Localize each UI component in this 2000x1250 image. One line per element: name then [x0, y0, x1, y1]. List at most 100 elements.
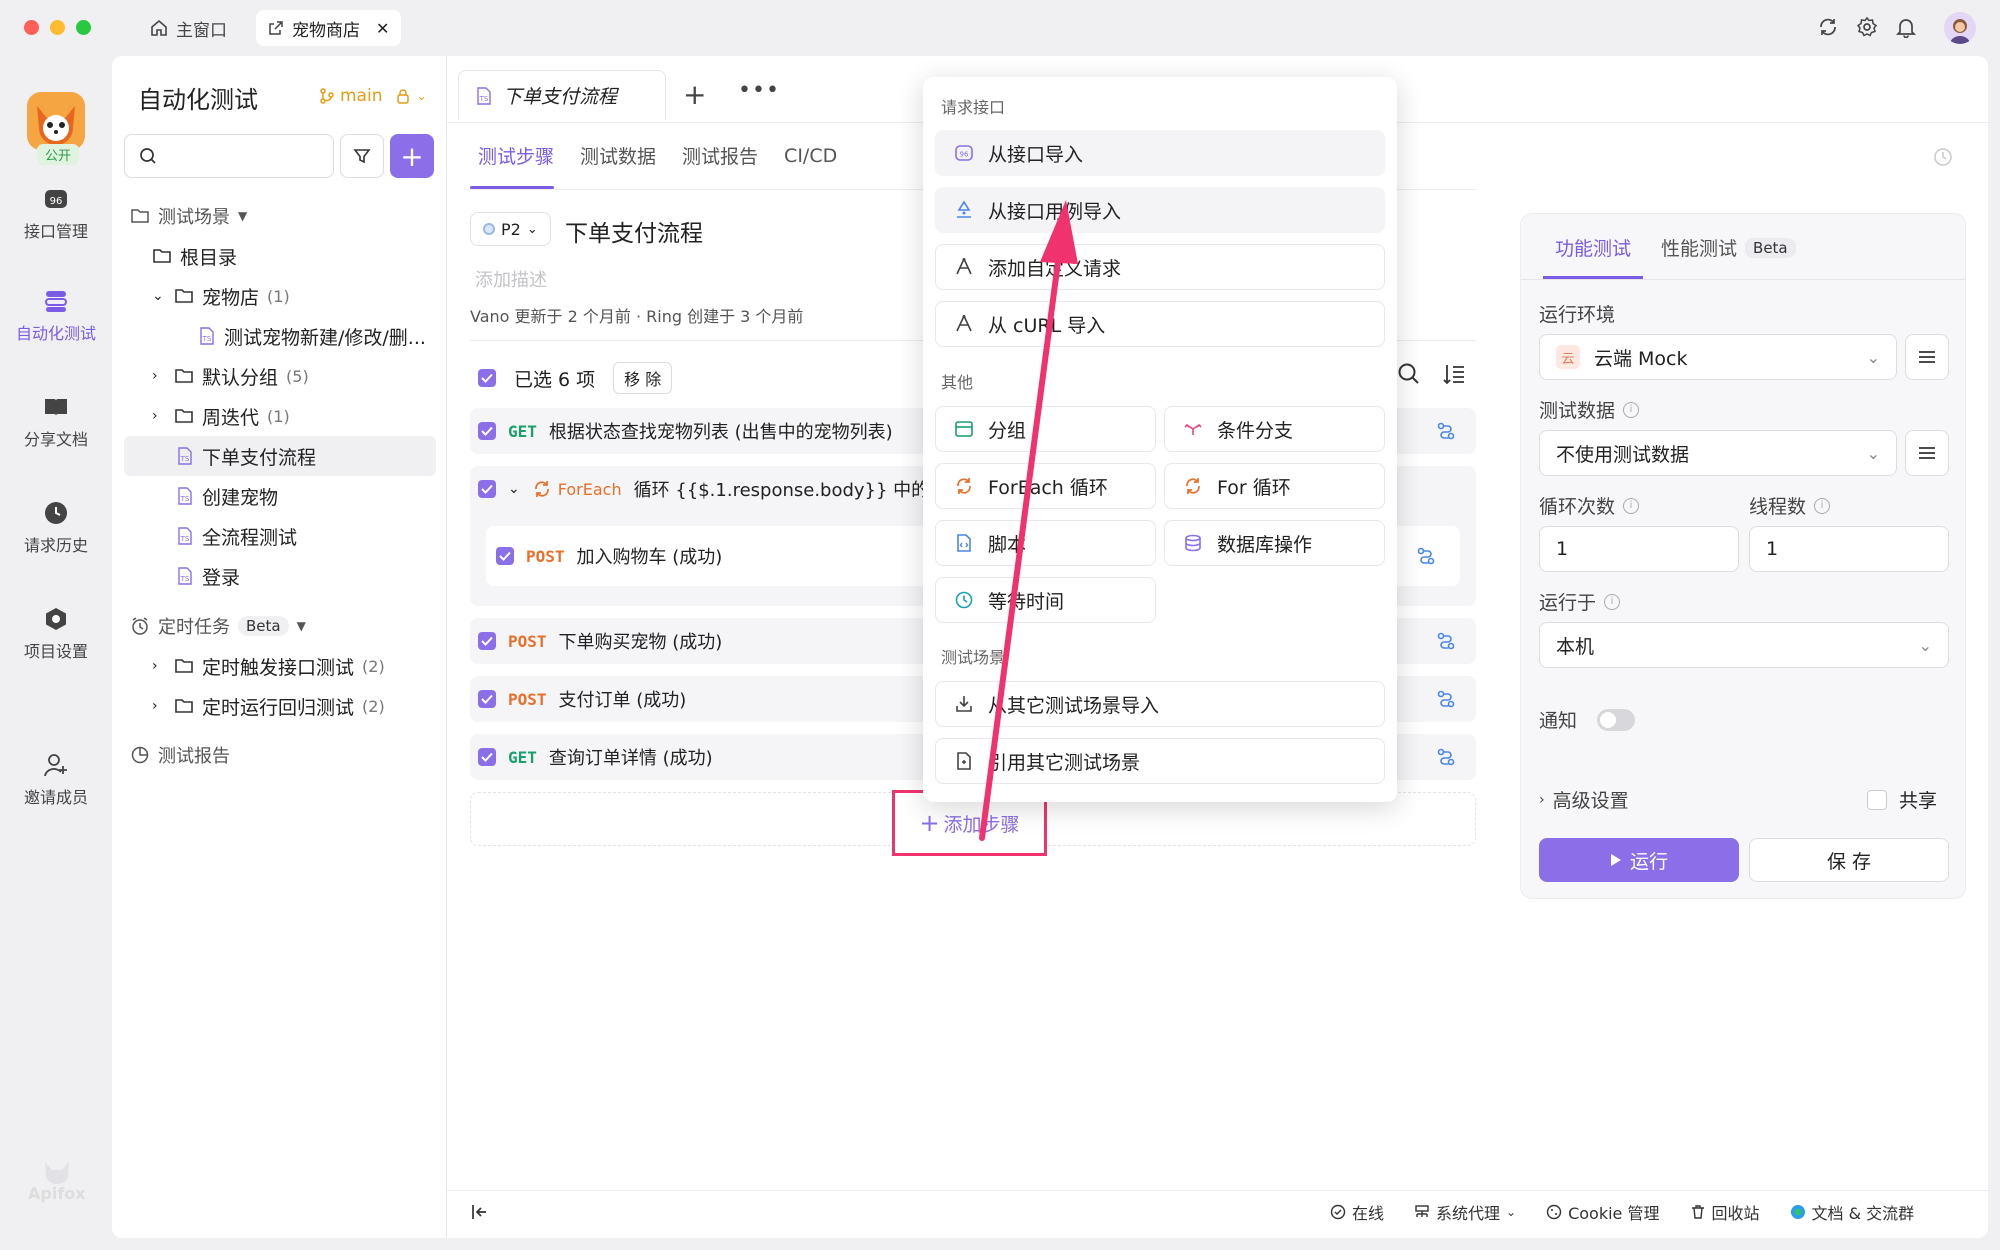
- tab-performance-test[interactable]: 性能测试 Beta: [1661, 234, 1796, 261]
- link-case-icon[interactable]: [1436, 689, 1456, 709]
- tab-main-window[interactable]: 主窗口: [138, 10, 239, 46]
- menu-import-other-scene[interactable]: 从其它测试场景导入: [935, 681, 1385, 727]
- tab-test-steps[interactable]: 测试步骤: [478, 142, 580, 169]
- loops-input[interactable]: 1: [1539, 526, 1739, 572]
- step-checkbox[interactable]: [478, 632, 496, 650]
- menu-condition-branch[interactable]: 条件分支: [1164, 406, 1385, 452]
- menu-wait-time[interactable]: 等待时间: [935, 577, 1156, 623]
- add-scene-button[interactable]: +: [390, 134, 434, 178]
- info-icon[interactable]: i: [1604, 593, 1621, 610]
- status-trash[interactable]: 回收站: [1690, 1200, 1760, 1224]
- step-checkbox[interactable]: [496, 547, 514, 565]
- description-input[interactable]: 添加描述: [475, 266, 547, 292]
- close-tab-icon[interactable]: ✕: [376, 19, 389, 38]
- sort-icon[interactable]: [1442, 362, 1466, 386]
- menu-import-from-api[interactable]: 96 从接口导入: [935, 130, 1385, 176]
- info-icon[interactable]: i: [1623, 401, 1640, 418]
- tree-scene-create-pet[interactable]: TS 创建宠物: [176, 478, 278, 514]
- step-checkbox[interactable]: [478, 422, 496, 440]
- nav-api-management[interactable]: 96 接口管理: [0, 186, 112, 242]
- tree-section-reports[interactable]: 测试报告: [130, 737, 230, 773]
- remove-button[interactable]: 移 除: [613, 362, 673, 394]
- priority-select[interactable]: P2 ⌄: [470, 212, 551, 246]
- maximize-window-button[interactable]: [76, 20, 91, 35]
- branch-selector[interactable]: main ⌄: [320, 86, 427, 106]
- step-checkbox[interactable]: [478, 748, 496, 766]
- tree-folder-sched-api[interactable]: › 定时触发接口测试 (2): [152, 648, 385, 684]
- tree-scene-full-flow[interactable]: TS 全流程测试: [176, 518, 297, 554]
- info-icon[interactable]: i: [1814, 497, 1831, 514]
- status-cookie[interactable]: Cookie 管理: [1546, 1200, 1660, 1224]
- tree-scene-checkout[interactable]: TS 下单支付流程: [176, 438, 316, 474]
- tree-root-dir[interactable]: 根目录: [152, 238, 237, 274]
- tree-folder-iteration[interactable]: › 周迭代 (1): [152, 398, 290, 434]
- env-manage-button[interactable]: [1905, 334, 1949, 380]
- runon-select[interactable]: 本机 ⌄: [1539, 622, 1949, 668]
- tree-section-scenes[interactable]: 测试场景 ▼: [130, 198, 247, 234]
- nav-request-history[interactable]: 请求历史: [0, 500, 112, 556]
- menu-add-custom-request[interactable]: 添加自定义请求: [935, 244, 1385, 290]
- nav-share-docs[interactable]: 分享文档: [0, 394, 112, 450]
- select-all-checkbox[interactable]: [478, 369, 496, 387]
- env-select[interactable]: 云 云端 Mock ⌄: [1539, 334, 1897, 380]
- status-docs[interactable]: 文档 & 交流群: [1790, 1200, 1914, 1224]
- menu-import-curl[interactable]: 从 cURL 导入: [935, 301, 1385, 347]
- tab-pet-store[interactable]: 宠物商店 ✕: [256, 10, 402, 46]
- menu-for-loop[interactable]: For 循环: [1164, 463, 1385, 509]
- info-icon[interactable]: i: [1623, 497, 1640, 514]
- status-online[interactable]: 在线: [1330, 1200, 1384, 1224]
- tab-functional-test[interactable]: 功能测试: [1555, 234, 1631, 261]
- tree-folder-sched-regression[interactable]: › 定时运行回归测试 (2): [152, 688, 385, 724]
- tree-label: 测试宠物新建/修改/删...: [224, 326, 426, 349]
- menu-group[interactable]: 分组: [935, 406, 1156, 452]
- share-checkbox[interactable]: 共享: [1867, 786, 1937, 813]
- tree-scene-pet-crud[interactable]: TS 测试宠物新建/修改/删...: [198, 318, 438, 354]
- menu-import-from-case[interactable]: 从接口用例导入: [935, 187, 1385, 233]
- refresh-icon[interactable]: [1817, 16, 1839, 38]
- nav-project-settings[interactable]: 项目设置: [0, 606, 112, 662]
- new-tab-plus-icon[interactable]: +: [683, 78, 706, 111]
- menu-foreach-loop[interactable]: ForEach 循环: [935, 463, 1156, 509]
- close-window-button[interactable]: [24, 20, 39, 35]
- menu-reference-scene[interactable]: 引用其它测试场景: [935, 738, 1385, 784]
- search-input[interactable]: [124, 134, 334, 178]
- link-case-icon[interactable]: [1416, 546, 1436, 566]
- tab-test-data[interactable]: 测试数据: [580, 142, 682, 169]
- chevron-down-icon[interactable]: ⌄: [508, 481, 520, 497]
- menu-script[interactable]: 脚本: [935, 520, 1156, 566]
- menu-database-op[interactable]: 数据库操作: [1164, 520, 1385, 566]
- advanced-settings-toggle[interactable]: › 高级设置: [1539, 786, 1629, 813]
- more-tabs-icon[interactable]: •••: [738, 78, 780, 103]
- scene-title[interactable]: 下单支付流程: [565, 214, 703, 248]
- tab-ci-cd[interactable]: CI/CD: [784, 145, 837, 167]
- threads-input[interactable]: 1: [1749, 526, 1949, 572]
- link-case-icon[interactable]: [1436, 631, 1456, 651]
- tree-scene-login[interactable]: TS 登录: [176, 558, 240, 594]
- user-avatar[interactable]: [1944, 12, 1976, 44]
- test-data-select[interactable]: 不使用测试数据 ⌄: [1539, 430, 1897, 476]
- settings-gear-icon[interactable]: [1856, 16, 1878, 38]
- bell-icon[interactable]: [1895, 16, 1917, 38]
- status-proxy[interactable]: 系统代理 ⌄: [1414, 1200, 1516, 1224]
- link-case-icon[interactable]: [1436, 747, 1456, 767]
- filter-button[interactable]: [340, 134, 384, 178]
- search-steps-icon[interactable]: [1397, 362, 1421, 386]
- collapse-sidebar-icon[interactable]: [470, 1202, 490, 1222]
- history-icon[interactable]: [1932, 146, 1954, 168]
- tree-folder-default[interactable]: › 默认分组 (5): [152, 358, 309, 394]
- project-logo[interactable]: [27, 92, 85, 150]
- tree-folder-petstore[interactable]: ⌄ 宠物店 (1): [152, 278, 290, 314]
- data-manage-button[interactable]: [1905, 430, 1949, 476]
- nav-invite-members[interactable]: 邀请成员: [0, 752, 112, 808]
- step-checkbox[interactable]: [478, 690, 496, 708]
- doc-tab-checkout[interactable]: TS 下单支付流程: [458, 70, 666, 120]
- step-checkbox[interactable]: [478, 480, 496, 498]
- minimize-window-button[interactable]: [50, 20, 65, 35]
- tree-section-scheduled[interactable]: 定时任务 Beta ▼: [130, 608, 306, 644]
- tab-test-report[interactable]: 测试报告: [682, 142, 784, 169]
- notify-toggle[interactable]: [1597, 708, 1636, 731]
- save-button[interactable]: 保 存: [1749, 838, 1949, 882]
- run-button[interactable]: 运行: [1539, 838, 1739, 882]
- nav-automation-test[interactable]: 自动化测试: [0, 288, 112, 344]
- link-case-icon[interactable]: [1436, 421, 1456, 441]
